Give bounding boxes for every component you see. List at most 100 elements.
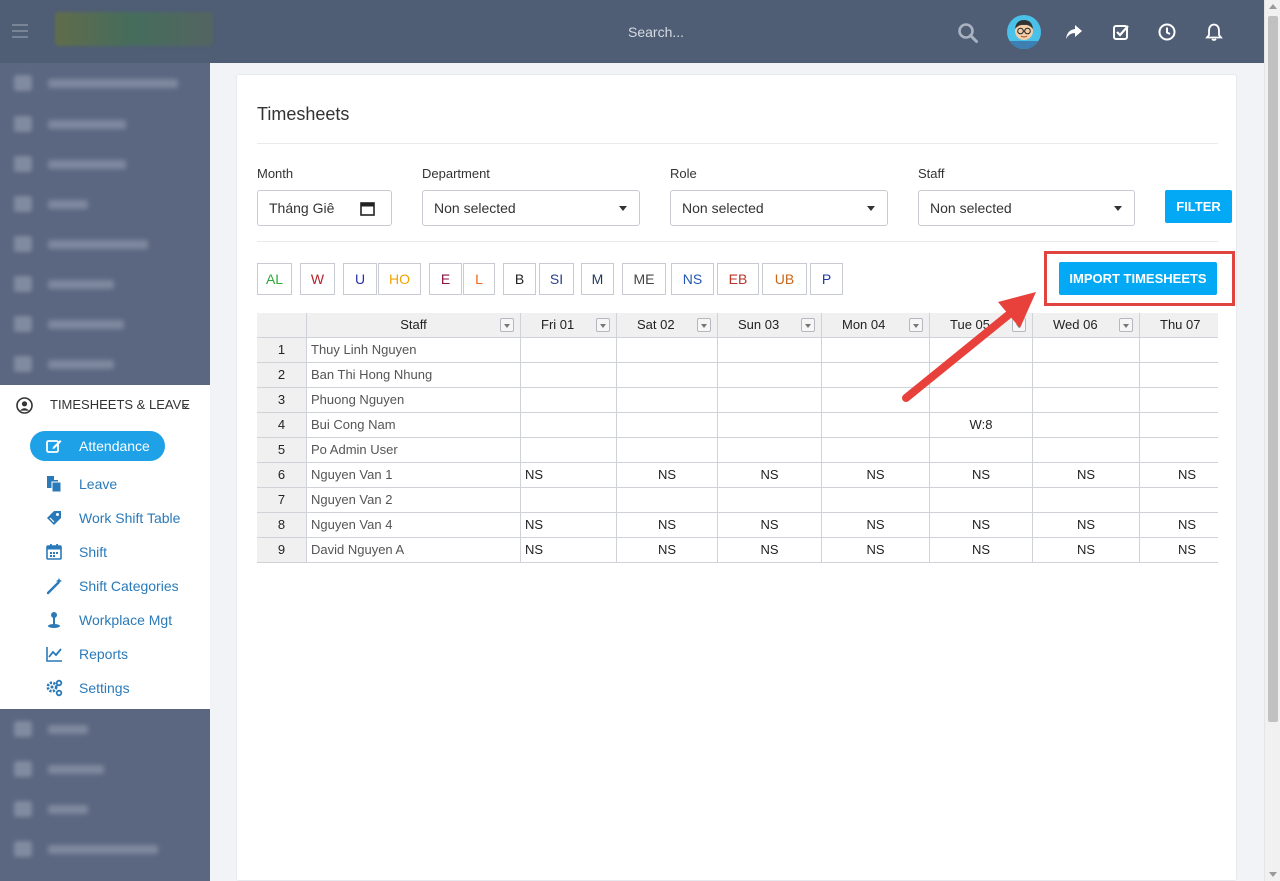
day-cell[interactable] bbox=[617, 363, 718, 388]
day-cell[interactable]: NS bbox=[822, 538, 930, 563]
legend-code-si[interactable]: SI bbox=[539, 263, 574, 295]
day-cell[interactable]: NS bbox=[617, 463, 718, 488]
day-cell[interactable]: NS bbox=[521, 538, 617, 563]
day-cell[interactable]: NS bbox=[1140, 513, 1218, 538]
day-cell[interactable] bbox=[718, 338, 822, 363]
legend-code-me[interactable]: ME bbox=[622, 263, 666, 295]
day-cell[interactable] bbox=[930, 488, 1033, 513]
day-cell[interactable] bbox=[521, 363, 617, 388]
day-cell[interactable] bbox=[822, 413, 930, 438]
day-cell[interactable] bbox=[930, 438, 1033, 463]
column-filter-icon[interactable] bbox=[1012, 318, 1026, 332]
column-header-day[interactable]: Thu 07 bbox=[1140, 313, 1218, 338]
department-select[interactable]: Non selected bbox=[422, 190, 640, 226]
sidebar-item-leave[interactable]: Leave bbox=[0, 467, 210, 501]
staff-name-cell[interactable]: Thuy Linh Nguyen bbox=[307, 338, 521, 363]
sidebar-item-work-shift-table[interactable]: Work Shift Table bbox=[0, 501, 210, 535]
day-cell[interactable] bbox=[521, 438, 617, 463]
sidebar-item-obscured[interactable] bbox=[0, 304, 210, 344]
share-icon[interactable] bbox=[1064, 22, 1084, 42]
avatar[interactable] bbox=[1007, 15, 1041, 49]
column-header-staff[interactable]: Staff bbox=[307, 313, 521, 338]
day-cell[interactable]: NS bbox=[617, 513, 718, 538]
column-header-day[interactable]: Fri 01 bbox=[521, 313, 617, 338]
sidebar-item-shift-categories[interactable]: Shift Categories bbox=[0, 569, 210, 603]
day-cell[interactable]: NS bbox=[930, 463, 1033, 488]
day-cell[interactable] bbox=[617, 488, 718, 513]
staff-name-cell[interactable]: Ban Thi Hong Nhung bbox=[307, 363, 521, 388]
day-cell[interactable] bbox=[718, 488, 822, 513]
day-cell[interactable] bbox=[617, 413, 718, 438]
day-cell[interactable]: NS bbox=[718, 538, 822, 563]
column-header-day[interactable]: Wed 06 bbox=[1033, 313, 1140, 338]
legend-code-ho[interactable]: HO bbox=[378, 263, 421, 295]
column-header-day[interactable]: Mon 04 bbox=[822, 313, 930, 338]
month-picker[interactable]: Tháng Giê bbox=[257, 190, 392, 226]
sidebar-item-settings[interactable]: Settings bbox=[0, 671, 210, 705]
day-cell[interactable]: NS bbox=[1033, 538, 1140, 563]
day-cell[interactable] bbox=[1033, 363, 1140, 388]
legend-code-eb[interactable]: EB bbox=[717, 263, 759, 295]
day-cell[interactable] bbox=[1140, 488, 1218, 513]
legend-code-b[interactable]: B bbox=[503, 263, 536, 295]
day-cell[interactable] bbox=[521, 338, 617, 363]
legend-code-e[interactable]: E bbox=[429, 263, 462, 295]
staff-name-cell[interactable]: Nguyen Van 1 bbox=[307, 463, 521, 488]
day-cell[interactable]: NS bbox=[617, 538, 718, 563]
clock-icon[interactable] bbox=[1157, 22, 1177, 42]
column-filter-icon[interactable] bbox=[596, 318, 610, 332]
sidebar-item-workplace-mgt[interactable]: Workplace Mgt bbox=[0, 603, 210, 637]
staff-name-cell[interactable]: Bui Cong Nam bbox=[307, 413, 521, 438]
day-cell[interactable] bbox=[822, 488, 930, 513]
scroll-up-arrow-icon[interactable] bbox=[1269, 4, 1277, 9]
day-cell[interactable] bbox=[1140, 338, 1218, 363]
day-cell[interactable]: NS bbox=[822, 463, 930, 488]
day-cell[interactable] bbox=[521, 413, 617, 438]
day-cell[interactable] bbox=[1033, 438, 1140, 463]
staff-name-cell[interactable]: David Nguyen A bbox=[307, 538, 521, 563]
day-cell[interactable] bbox=[1033, 388, 1140, 413]
staff-select[interactable]: Non selected bbox=[918, 190, 1135, 226]
legend-code-u[interactable]: U bbox=[343, 263, 377, 295]
legend-code-ns[interactable]: NS bbox=[671, 263, 714, 295]
day-cell[interactable]: NS bbox=[1140, 463, 1218, 488]
day-cell[interactable] bbox=[617, 388, 718, 413]
day-cell[interactable]: NS bbox=[521, 513, 617, 538]
sidebar-item-obscured[interactable] bbox=[0, 104, 210, 144]
day-cell[interactable] bbox=[718, 438, 822, 463]
day-cell[interactable] bbox=[617, 438, 718, 463]
calendar-icon[interactable] bbox=[360, 201, 375, 216]
sidebar-item-obscured[interactable] bbox=[0, 184, 210, 224]
sidebar-item-obscured[interactable] bbox=[0, 264, 210, 304]
legend-code-ub[interactable]: UB bbox=[762, 263, 807, 295]
day-cell[interactable] bbox=[718, 413, 822, 438]
day-cell[interactable] bbox=[930, 363, 1033, 388]
day-cell[interactable] bbox=[822, 338, 930, 363]
staff-name-cell[interactable]: Phuong Nguyen bbox=[307, 388, 521, 413]
day-cell[interactable] bbox=[930, 388, 1033, 413]
column-filter-icon[interactable] bbox=[801, 318, 815, 332]
day-cell[interactable] bbox=[521, 488, 617, 513]
search-icon[interactable] bbox=[957, 22, 979, 44]
day-cell[interactable] bbox=[930, 338, 1033, 363]
role-select[interactable]: Non selected bbox=[670, 190, 888, 226]
sidebar-item-obscured[interactable] bbox=[0, 344, 210, 384]
day-cell[interactable] bbox=[1140, 413, 1218, 438]
day-cell[interactable] bbox=[718, 363, 822, 388]
filter-button[interactable]: FILTER bbox=[1165, 190, 1232, 223]
sidebar-item-obscured[interactable] bbox=[0, 144, 210, 184]
day-cell[interactable] bbox=[1033, 413, 1140, 438]
day-cell[interactable] bbox=[822, 363, 930, 388]
sidebar-item-shift[interactable]: Shift bbox=[0, 535, 210, 569]
day-cell[interactable]: W:8 bbox=[930, 413, 1033, 438]
day-cell[interactable]: NS bbox=[930, 538, 1033, 563]
sidebar-item-obscured[interactable] bbox=[0, 829, 210, 869]
column-filter-icon[interactable] bbox=[1119, 318, 1133, 332]
staff-name-cell[interactable]: Nguyen Van 4 bbox=[307, 513, 521, 538]
column-header-day[interactable]: Tue 05 bbox=[930, 313, 1033, 338]
page-scrollbar[interactable] bbox=[1264, 0, 1280, 881]
sidebar-item-obscured[interactable] bbox=[0, 789, 210, 829]
sidebar-item-reports[interactable]: Reports bbox=[0, 637, 210, 671]
legend-code-m[interactable]: M bbox=[581, 263, 614, 295]
day-cell[interactable] bbox=[1140, 438, 1218, 463]
